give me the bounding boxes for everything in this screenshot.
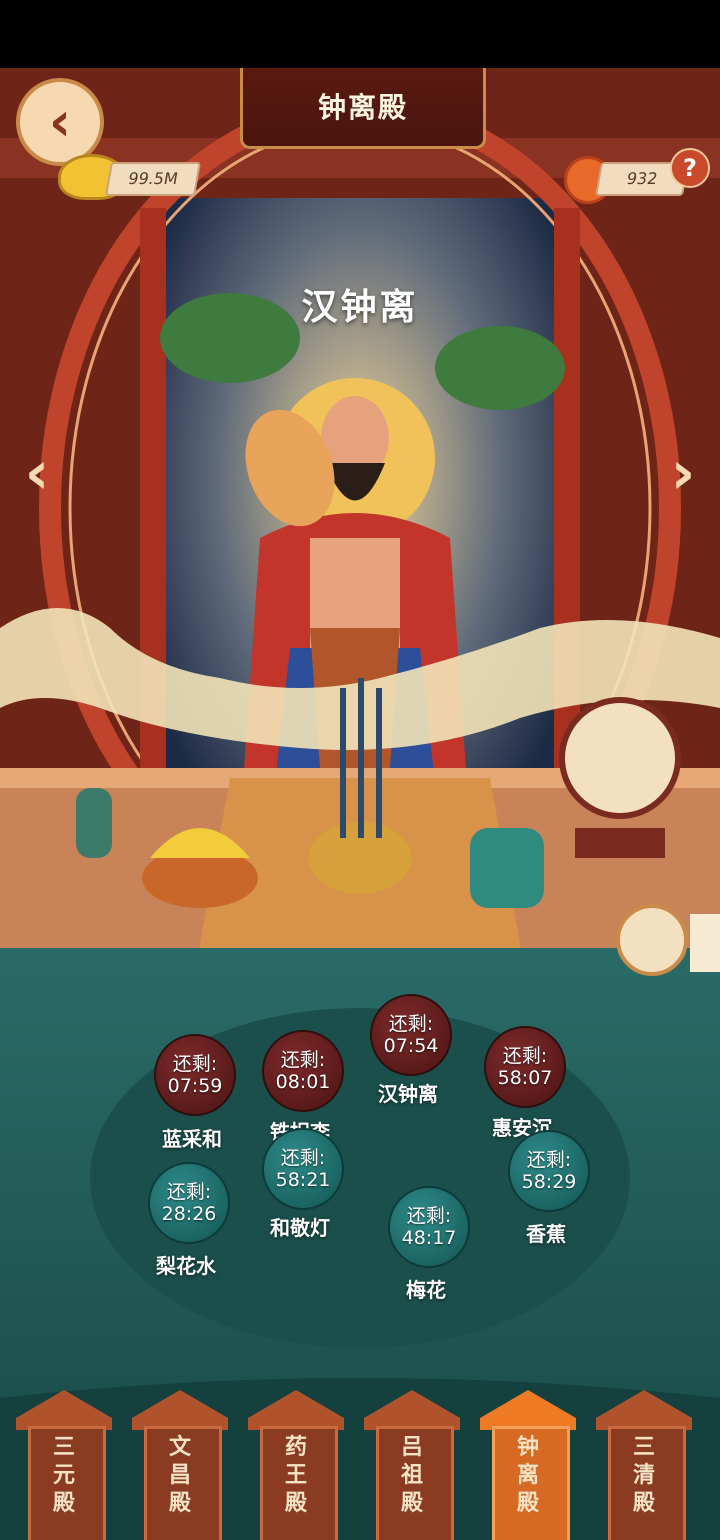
timer-countdown: 28:26 [161, 1203, 217, 1225]
timer-prefix: 还剩: [172, 1053, 218, 1075]
timer-prefix: 还剩: [406, 1205, 452, 1227]
offering-timer[interactable]: 还剩: 58:29 [508, 1130, 590, 1212]
timer-countdown: 07:54 [383, 1035, 439, 1057]
page-title: 钟离殿 [317, 91, 408, 124]
offering-timer[interactable]: 还剩: 07:59 [154, 1034, 236, 1116]
timer-prefix: 还剩: [280, 1049, 326, 1071]
offering-timer[interactable]: 还剩: 28:26 [148, 1162, 230, 1244]
timer-countdown: 08:01 [275, 1071, 331, 1093]
tab-temple[interactable]: 文昌殿 [132, 1390, 228, 1540]
offering-label: 梅花 [406, 1278, 446, 1302]
timer-countdown: 58:29 [521, 1171, 577, 1193]
tab-label: 三元殿 [52, 1435, 75, 1516]
tab-temple[interactable]: 三清殿 [596, 1390, 692, 1540]
help-button[interactable]: ? [670, 148, 710, 188]
timer-countdown: 07:59 [167, 1075, 223, 1097]
tab-roof [364, 1390, 460, 1430]
chevron-right-icon: › [670, 438, 696, 508]
offering-timer[interactable]: 还剩: 07:54 [370, 994, 452, 1076]
prev-deity-button[interactable]: ‹ [10, 433, 64, 513]
tab-label: 钟离殿 [516, 1435, 539, 1516]
offering-timer[interactable]: 还剩: 58:07 [484, 1026, 566, 1108]
tab-roof [596, 1390, 692, 1430]
temple-title-plaque: 钟离殿 [240, 68, 486, 149]
tab-roof [16, 1390, 112, 1430]
offering-timer[interactable]: 还剩: 48:17 [388, 1186, 470, 1268]
timer-prefix: 还剩: [388, 1013, 434, 1035]
back-arrow-icon: ‹ [48, 90, 72, 153]
timer-countdown: 48:17 [401, 1227, 457, 1249]
offering-timer[interactable]: 还剩: 08:01 [262, 1030, 344, 1112]
gold-counter: 99.5M [105, 162, 201, 196]
timer-prefix: 还剩: [526, 1149, 572, 1171]
offering-label: 汉钟离 [378, 1082, 438, 1106]
tab-label: 药王殿 [284, 1435, 307, 1516]
offering-timer[interactable]: 还剩: 58:21 [262, 1128, 344, 1210]
timer-prefix: 还剩: [280, 1147, 326, 1169]
timer-prefix: 还剩: [166, 1181, 212, 1203]
timer-prefix: 还剩: [502, 1045, 548, 1067]
temple-scene: ‹ 钟离殿 99.5M 932 ? ‹ › 汉钟离 还剩: 07:59 蓝采和 还剩:… [0, 68, 720, 1540]
tab-temple[interactable]: 吕祖殿 [364, 1390, 460, 1540]
tab-label: 吕祖殿 [400, 1435, 423, 1516]
timer-countdown: 58:07 [497, 1067, 553, 1089]
tab-label: 三清殿 [632, 1435, 655, 1516]
tab-roof [480, 1390, 576, 1430]
chevron-left-icon: ‹ [24, 438, 50, 508]
tab-temple[interactable]: 三元殿 [16, 1390, 112, 1540]
deity-name: 汉钟离 [301, 287, 419, 328]
back-button[interactable]: ‹ [16, 78, 104, 166]
tab-label: 文昌殿 [168, 1435, 191, 1516]
offering-label: 香蕉 [526, 1222, 566, 1246]
tab-temple[interactable]: 药王殿 [248, 1390, 344, 1540]
offering-label: 和敬灯 [270, 1216, 330, 1240]
next-deity-button[interactable]: › [656, 433, 710, 513]
tab-roof [248, 1390, 344, 1430]
timer-countdown: 58:21 [275, 1169, 331, 1191]
help-icon: ? [683, 154, 697, 182]
tab-roof [132, 1390, 228, 1430]
offering-label: 梨花水 [156, 1254, 216, 1278]
tab-temple[interactable]: 钟离殿 [480, 1390, 576, 1540]
